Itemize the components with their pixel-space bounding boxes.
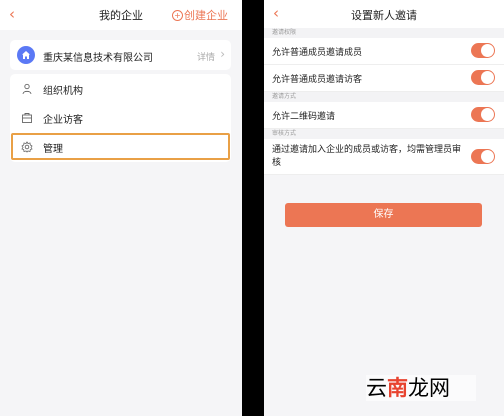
toggle-switch[interactable] (471, 70, 495, 85)
menu-item-manage[interactable]: 管理 (10, 132, 231, 161)
enterprise-menu: 组织机构 企业访客 管理 (10, 74, 231, 162)
toggle-switch[interactable] (471, 43, 495, 58)
company-detail-link[interactable]: 详情 (197, 50, 215, 63)
save-button[interactable]: 保存 (285, 203, 482, 227)
setting-label: 允许普通成员邀请成员 (272, 48, 363, 58)
toggle-knob (481, 71, 494, 84)
setting-label: 通过邀请加入企业的成员或访客，均需管理员审核 (272, 145, 462, 168)
nav-bar: ‹ 设置新人邀请 (264, 0, 504, 28)
setting-label: 允许普通成员邀请访客 (272, 75, 363, 85)
setting-label: 允许二维码邀请 (272, 112, 336, 122)
toggle-knob (481, 108, 494, 121)
menu-item-label: 组织机构 (43, 86, 83, 97)
org-icon (22, 83, 32, 95)
gear-icon (21, 141, 33, 153)
chevron-right-icon: › (220, 47, 225, 61)
create-enterprise-button[interactable]: + 创建企业 (172, 7, 228, 23)
setting-row-invite-visitors: 允许普通成员邀请访客 (264, 65, 504, 92)
home-icon (17, 46, 35, 64)
toggle-knob (481, 150, 494, 163)
create-enterprise-label: 创建企业 (184, 9, 228, 22)
plus-circle-icon: + (172, 10, 183, 21)
visitor-icon (22, 113, 32, 123)
watermark-text-pre: 云 (366, 376, 387, 400)
my-enterprise-screen: ‹ 我的企业 + 创建企业 重庆某信息技术有限公司 详情 › 组织机构 企业访客… (0, 0, 242, 416)
watermark-logo: 云南龙网 (366, 375, 476, 401)
company-card[interactable]: 重庆某信息技术有限公司 详情 › (10, 40, 231, 70)
menu-item-label: 企业访客 (43, 115, 83, 126)
menu-item-label: 管理 (43, 144, 63, 155)
invite-settings-screen: ‹ 设置新人邀请 邀请权限 允许普通成员邀请成员 允许普通成员邀请访客 邀请方式… (264, 0, 504, 416)
toggle-knob (481, 44, 494, 57)
setting-row-qr-invite: 允许二维码邀请 (264, 102, 504, 129)
menu-item-organization[interactable]: 组织机构 (10, 74, 231, 103)
toggle-switch[interactable] (471, 149, 495, 164)
menu-item-visitor[interactable]: 企业访客 (10, 103, 231, 132)
watermark-text-highlight: 南 (387, 376, 408, 400)
setting-row-invite-members: 允许普通成员邀请成员 (264, 38, 504, 65)
page-title: 设置新人邀请 (351, 9, 417, 22)
nav-bar: ‹ 我的企业 + 创建企业 (0, 0, 242, 30)
section-header: 邀请方式 (264, 92, 504, 102)
toggle-switch[interactable] (471, 107, 495, 122)
section-header: 邀请权限 (264, 28, 504, 38)
company-name: 重庆某信息技术有限公司 (43, 53, 153, 64)
setting-row-admin-review: 通过邀请加入企业的成员或访客，均需管理员审核 (264, 139, 504, 175)
section-header: 审核方式 (264, 129, 504, 139)
watermark-text-post: 龙网 (408, 376, 450, 400)
